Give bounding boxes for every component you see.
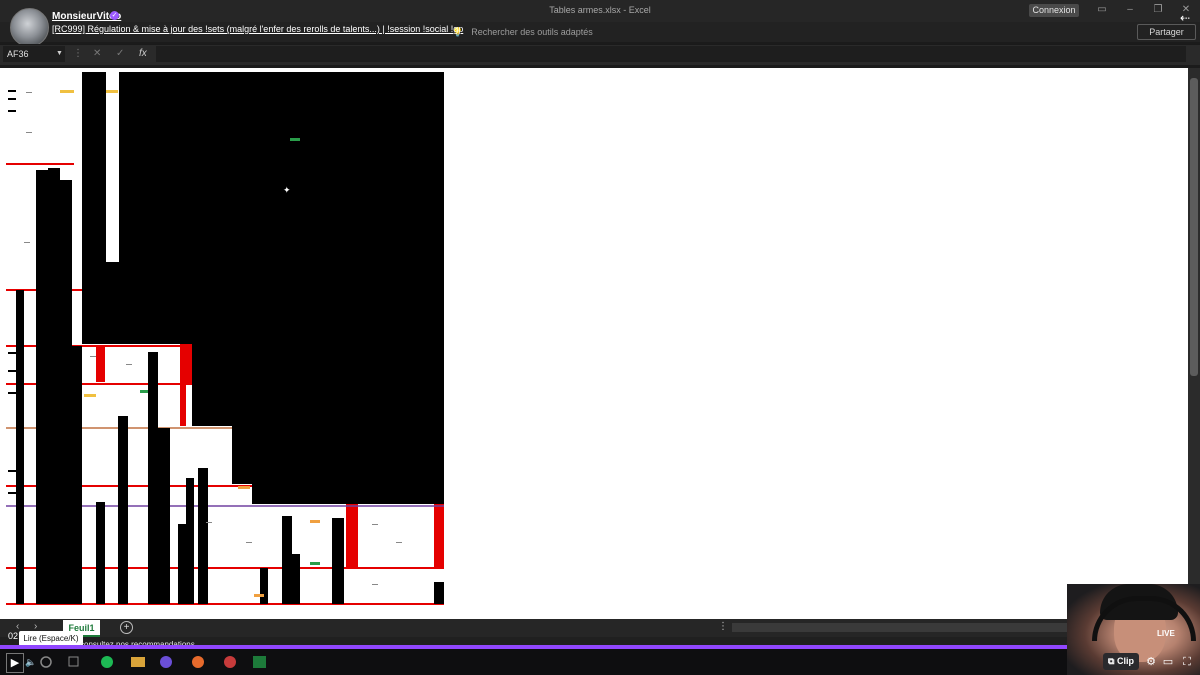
red-block [96,346,105,382]
streamer-avatar[interactable] [10,8,49,47]
scrollbar-thumb[interactable] [1190,78,1198,376]
function-icon[interactable]: fx [139,46,147,62]
excel-icon[interactable] [253,656,266,668]
white-column [106,72,119,262]
play-icon[interactable]: ▶ [6,653,24,673]
search-icon[interactable] [40,656,52,668]
search-tools-label: Rechercher des outils adaptés [471,27,593,37]
share-button[interactable]: Partager [1137,24,1196,40]
sign-in-button[interactable]: Connexion [1029,4,1079,17]
taskbar-icons [40,656,266,668]
zoomed-out-spreadsheet[interactable] [6,72,444,606]
volume-icon[interactable]: 🔈 [24,653,38,671]
sheet-options-icon[interactable]: ⋮ [718,621,728,632]
clip-button[interactable]: ⧉ Clip [1103,653,1139,670]
cancel-icon[interactable]: ✕ [93,46,101,62]
stream-time: 02 [8,631,19,641]
app-icon[interactable] [224,656,236,668]
window-title: Tables armes.xlsx - Excel [549,5,651,15]
collapse-icon[interactable]: ⇠ [1180,11,1190,25]
minimize-button[interactable]: – [1124,4,1136,16]
restore-button[interactable]: ❐ [1152,4,1164,16]
chevron-down-icon[interactable]: ▼ [56,46,63,62]
search-tools[interactable]: 💡 Rechercher des outils adaptés [452,24,593,40]
live-badge: LIVE [1157,629,1175,638]
spotify-icon[interactable] [101,656,113,668]
theatre-mode-icon[interactable]: ▭ [1162,653,1174,671]
add-sheet-button[interactable]: + [120,621,133,634]
stream-title: [RC999] Régulation & mise à jour des !se… [52,24,464,34]
clip-label: Clip [1116,656,1134,666]
settings-icon[interactable]: ⚙ [1145,653,1157,671]
verified-icon: ✓ [110,11,119,20]
firefox-icon[interactable] [192,656,204,668]
fullscreen-icon[interactable]: ⛶ [1180,653,1194,671]
clip-icon: ⧉ [1108,656,1117,666]
play-tooltip: Lire (Espace/K) [19,631,83,646]
obs-icon[interactable] [160,656,172,668]
formula-input[interactable] [156,46,1186,62]
cursor-crosshair-icon: ✦ [283,185,291,195]
ribbon-display-icon[interactable]: ▭ [1096,4,1108,16]
task-view-icon[interactable] [68,656,79,667]
more-options-icon[interactable]: ⋮ [73,46,83,62]
enter-icon[interactable]: ✓ [116,46,124,62]
folder-icon[interactable] [131,657,145,667]
